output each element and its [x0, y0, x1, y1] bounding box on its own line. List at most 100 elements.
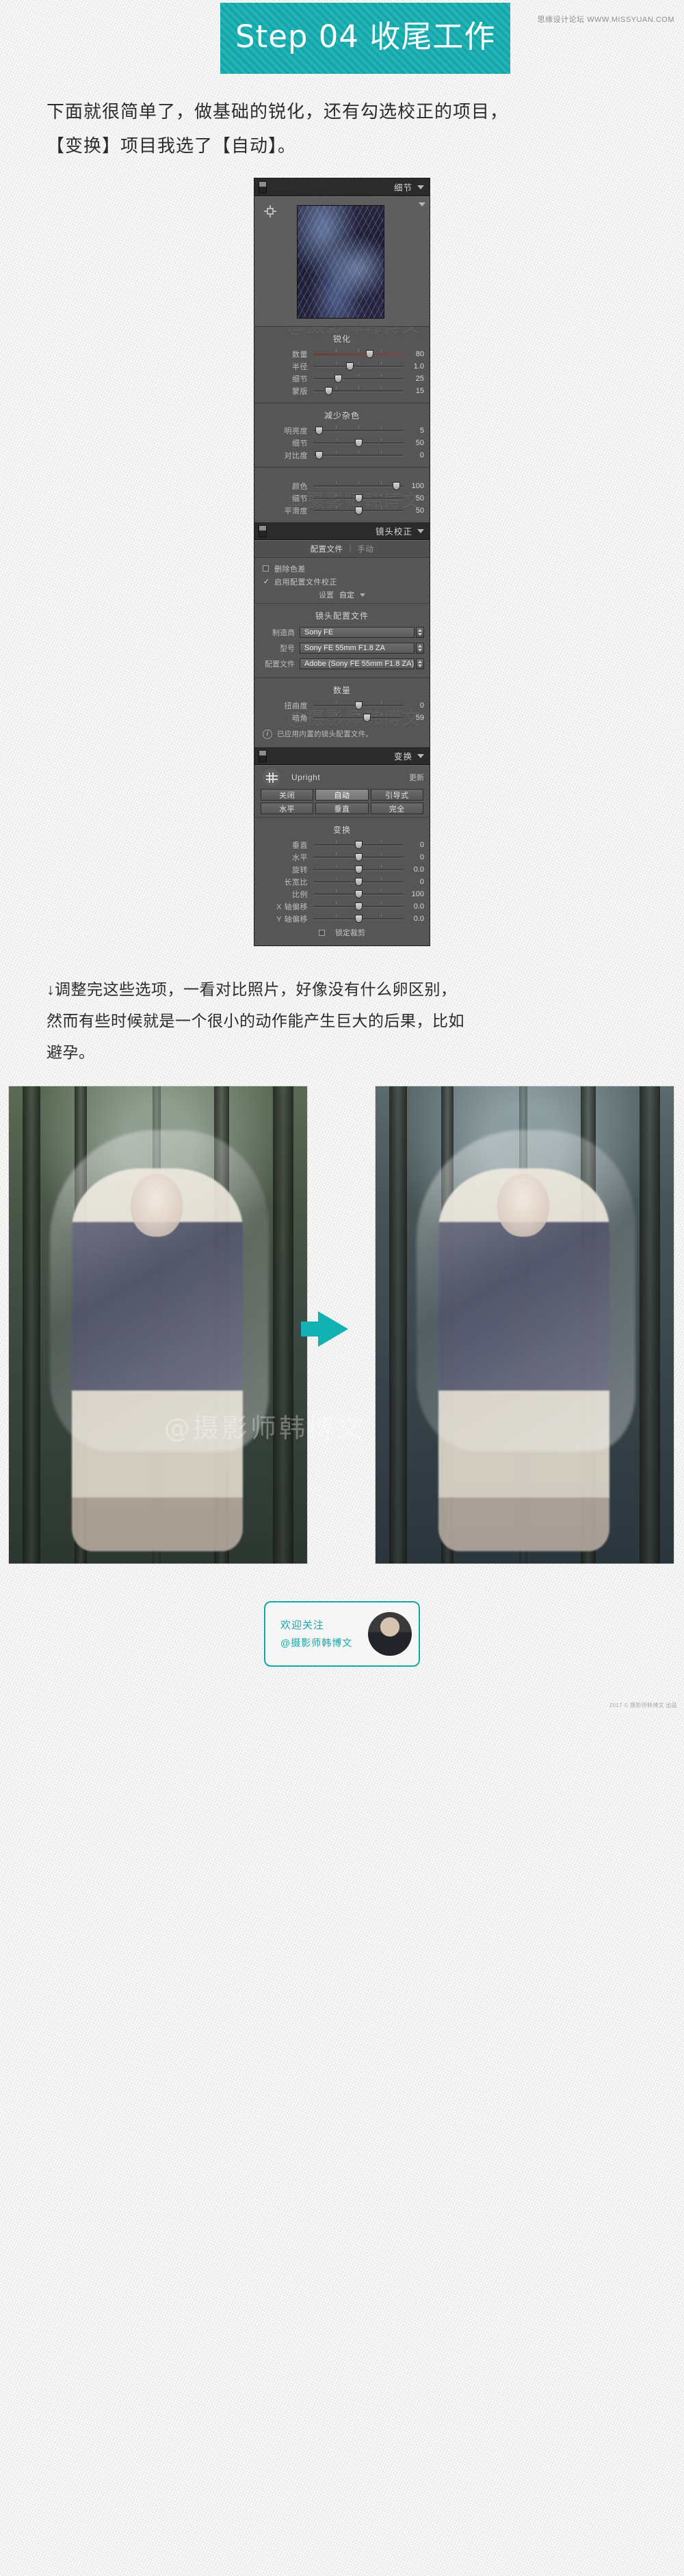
- chevron-down-icon[interactable]: [419, 202, 425, 206]
- slider-track[interactable]: [313, 914, 404, 923]
- dropdown-row-model[interactable]: 型号 Sony FE 55mm F1.8 ZA: [254, 641, 430, 655]
- slider-knob[interactable]: [365, 350, 373, 358]
- upright-button-level[interactable]: 水平: [261, 803, 314, 814]
- slider-knob[interactable]: [363, 714, 371, 722]
- slider-track[interactable]: [313, 386, 404, 395]
- slider-track[interactable]: [313, 451, 404, 459]
- checkbox-row-remove-chromatic-aberration[interactable]: 删除色差: [254, 562, 430, 575]
- target-loupe-icon[interactable]: [264, 205, 276, 217]
- slider-row[interactable]: 数量 80: [254, 348, 430, 360]
- panel-switch-icon[interactable]: [259, 180, 267, 193]
- slider-track[interactable]: [313, 877, 404, 886]
- slider-knob[interactable]: [315, 451, 323, 459]
- slider-track[interactable]: [313, 426, 404, 435]
- slider-knob[interactable]: [334, 375, 342, 383]
- slider-track[interactable]: [313, 374, 404, 383]
- detail-preview-area[interactable]: [254, 197, 430, 327]
- dropdown-model[interactable]: Sony FE 55mm F1.8 ZA: [300, 642, 415, 654]
- dropdown-stepper-icon[interactable]: [416, 642, 424, 654]
- dropdown-stepper-icon[interactable]: [416, 626, 424, 638]
- slider-track[interactable]: [313, 840, 404, 849]
- checkbox-unchecked-icon[interactable]: [319, 929, 325, 936]
- slider-row[interactable]: 明亮度 5: [254, 425, 430, 436]
- slider-track[interactable]: [313, 713, 404, 722]
- slider-row[interactable]: 半径 1.0: [254, 360, 430, 372]
- slider-row[interactable]: Y 轴偏移 0.0: [254, 913, 430, 924]
- slider-track[interactable]: [313, 865, 404, 874]
- slider-row[interactable]: 暗角 59: [254, 712, 430, 723]
- setup-value[interactable]: 自定: [339, 589, 354, 600]
- slider-knob[interactable]: [355, 890, 363, 898]
- slider-row[interactable]: 细节 50: [254, 492, 430, 504]
- slider-knob[interactable]: [355, 902, 363, 911]
- panel-header-detail[interactable]: 细节: [254, 178, 430, 196]
- slider-row[interactable]: 水平 0: [254, 851, 430, 863]
- slider-track[interactable]: [313, 701, 404, 710]
- slider-track[interactable]: [313, 902, 404, 911]
- slider-row[interactable]: 细节 25: [254, 373, 430, 384]
- slider-row[interactable]: 细节 50: [254, 437, 430, 448]
- panel-switch-icon[interactable]: [259, 524, 267, 537]
- slider-knob[interactable]: [355, 853, 363, 861]
- slider-knob[interactable]: [355, 866, 363, 874]
- panel-header-transform[interactable]: 变换: [254, 747, 430, 765]
- dropdown-row-make[interactable]: 制造商 Sony FE: [254, 625, 430, 639]
- panel-header-lens-correction[interactable]: 镜头校正: [254, 522, 430, 540]
- upright-button-auto[interactable]: 自动: [315, 789, 369, 801]
- slider-track[interactable]: [313, 362, 404, 371]
- tab-manual[interactable]: 手动: [357, 544, 373, 554]
- tab-profile[interactable]: 配置文件: [311, 544, 343, 554]
- slider-track[interactable]: [313, 438, 404, 447]
- detail-preview-thumbnail[interactable]: [297, 205, 384, 319]
- setup-row[interactable]: 设置 自定: [254, 588, 430, 602]
- slider-knob[interactable]: [345, 362, 354, 371]
- chevron-down-icon[interactable]: [417, 753, 424, 758]
- upright-button-off[interactable]: 关闭: [261, 789, 314, 801]
- dropdown-row-profile[interactable]: 配置文件 Adobe (Sony FE 55mm F1.8 ZA): [254, 656, 430, 671]
- slider-track[interactable]: [313, 349, 404, 358]
- slider-knob[interactable]: [325, 387, 333, 395]
- slider-knob[interactable]: [355, 878, 363, 886]
- checkbox-unchecked-icon[interactable]: [263, 565, 269, 572]
- slider-row[interactable]: 旋转 0.0: [254, 863, 430, 875]
- slider-track[interactable]: [313, 853, 404, 861]
- slider-knob[interactable]: [393, 482, 401, 490]
- checkbox-row-enable-profile-correction[interactable]: ✓ 启用配置文件校正: [254, 575, 430, 588]
- slider-track[interactable]: [313, 889, 404, 898]
- slider-track[interactable]: [313, 481, 404, 490]
- upright-button-guided[interactable]: 引导式: [370, 789, 423, 801]
- slider-row[interactable]: 扭曲度 0: [254, 699, 430, 711]
- upright-refresh-button[interactable]: 更新: [409, 772, 424, 783]
- slider-row[interactable]: 比例 100: [254, 888, 430, 900]
- slider-value: 5: [419, 426, 424, 435]
- slider-knob[interactable]: [355, 507, 363, 515]
- slider-knob[interactable]: [355, 701, 363, 710]
- upright-grid-icon[interactable]: [263, 768, 280, 786]
- upright-button-vertical[interactable]: 垂直: [315, 803, 369, 814]
- slider-row[interactable]: 对比度 0: [254, 449, 430, 461]
- upright-button-full[interactable]: 完全: [370, 803, 423, 814]
- dropdown-stepper-icon[interactable]: [416, 658, 424, 669]
- follow-card[interactable]: 欢迎关注 @摄影师韩博文: [264, 1601, 420, 1667]
- slider-knob[interactable]: [355, 841, 363, 849]
- checkmark-icon[interactable]: ✓: [263, 577, 270, 586]
- slider-knob[interactable]: [355, 915, 363, 923]
- dropdown-profile[interactable]: Adobe (Sony FE 55mm F1.8 ZA): [299, 658, 415, 669]
- dropdown-make[interactable]: Sony FE: [300, 626, 415, 638]
- panel-switch-icon[interactable]: [259, 749, 267, 762]
- chevron-down-icon[interactable]: [417, 528, 424, 533]
- slider-track[interactable]: [313, 494, 404, 502]
- slider-track[interactable]: [313, 506, 404, 515]
- slider-knob[interactable]: [355, 439, 363, 447]
- slider-row[interactable]: 蒙版 15: [254, 385, 430, 397]
- slider-row[interactable]: 平滑度 50: [254, 505, 430, 516]
- chevron-down-icon[interactable]: [417, 185, 424, 189]
- slider-row[interactable]: 颜色 100: [254, 480, 430, 492]
- slider-knob[interactable]: [355, 494, 363, 502]
- slider-knob[interactable]: [315, 427, 323, 435]
- checkbox-row-lock-crop[interactable]: 锁定裁剪: [254, 925, 430, 940]
- slider-row[interactable]: 垂直 0: [254, 839, 430, 850]
- slider-row[interactable]: X 轴偏移 0.0: [254, 900, 430, 912]
- slider-row[interactable]: 长宽比 0: [254, 876, 430, 887]
- chevron-down-icon[interactable]: [360, 593, 365, 597]
